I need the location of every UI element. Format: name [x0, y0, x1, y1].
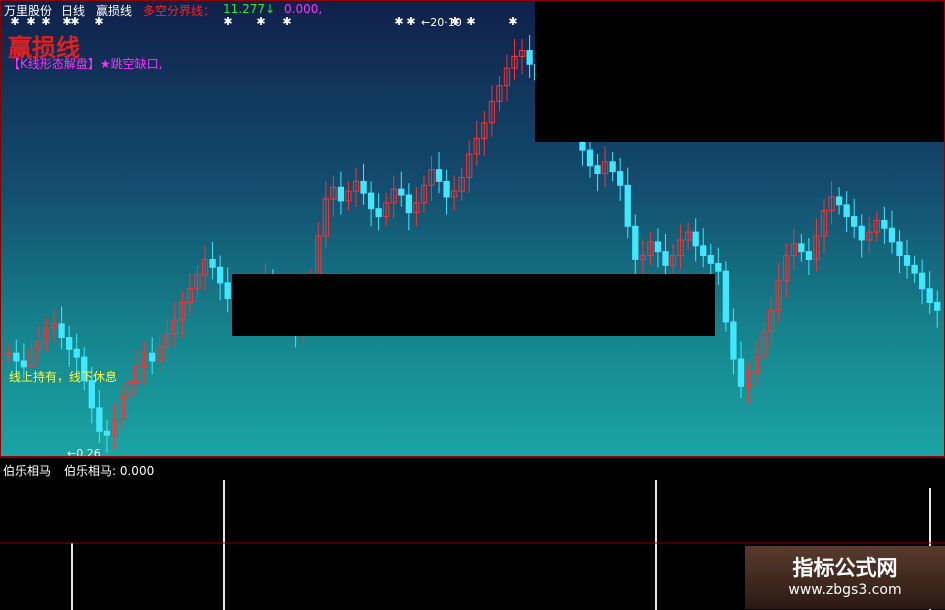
main-chart-panel[interactable]: ✱ ✱ ✱ ✱ ✱ ✱ ✱ ✱ ✱ ✱ ✱ ✱ ✱ ✱ 万里股份 日线 赢损线 多空分界线： 11.277… [0, 0, 945, 457]
black-redaction-box-middle [232, 274, 715, 336]
signal-star-6: ✱ [223, 15, 232, 28]
candle-body-95[interactable] [722, 270, 730, 323]
high-marker: ←20·10 [421, 16, 462, 29]
pattern-label: 【K线形态解盘】★跳空缺口, [8, 57, 163, 71]
candle-body-1[interactable] [13, 352, 20, 362]
candle-body-29[interactable] [224, 282, 231, 300]
signal-star-12: ✱ [466, 15, 475, 28]
candle-body-116[interactable] [881, 219, 888, 229]
candle-body-81[interactable] [617, 171, 624, 186]
second-value: 0.000, [284, 2, 323, 16]
candle-body-110[interactable] [835, 196, 843, 206]
indicator-name: 赢损线 [96, 4, 133, 18]
candle-body-96[interactable] [730, 321, 737, 360]
candle-body-2[interactable] [20, 360, 28, 368]
candle-body-69[interactable] [526, 50, 533, 65]
candle-body-111[interactable] [843, 204, 850, 218]
signal-star-9: ✱ [394, 15, 403, 28]
candle-body-9[interactable] [73, 348, 80, 358]
hold-note: 线上持有，线下休息 [9, 370, 118, 384]
signal-star-10: ✱ [406, 15, 415, 28]
candle-body-122[interactable] [926, 288, 933, 303]
watermark-logo: 指标公式网 www.zbgs3.com [745, 546, 945, 609]
candle-body-58[interactable] [443, 180, 450, 198]
candle-body-120[interactable] [911, 264, 918, 274]
stock-name: 万里股份 [4, 4, 53, 18]
candle-body-47[interactable] [360, 180, 367, 194]
watermark-title: 指标公式网 [792, 556, 898, 580]
signal-star-7: ✱ [256, 15, 265, 28]
black-redaction-box-top [535, 1, 944, 142]
candle-body-27[interactable] [209, 258, 216, 268]
candle-body-7[interactable] [58, 323, 65, 339]
candle-body-77[interactable] [586, 149, 594, 167]
candle-body-93[interactable] [707, 255, 714, 264]
candle-body-112[interactable] [851, 216, 858, 227]
candle-body-97[interactable] [737, 358, 745, 387]
candle-body-91[interactable] [692, 231, 699, 247]
low-marker: ←0.26 [67, 447, 101, 457]
candle-body-94[interactable] [715, 262, 722, 272]
candle-body-13[interactable] [103, 430, 111, 436]
candle-body-19[interactable] [149, 352, 156, 362]
candle-body-87[interactable] [662, 251, 669, 266]
candle-body-117[interactable] [888, 227, 896, 243]
signal-star-8: ✱ [282, 15, 291, 28]
candle-body-113[interactable] [858, 225, 865, 241]
boundary-label: 多空分界线： [143, 4, 216, 18]
candle-body-48[interactable] [367, 192, 375, 210]
candle-body-53[interactable] [405, 194, 412, 214]
candle-body-78[interactable] [594, 165, 601, 175]
candle-body-123[interactable] [934, 301, 941, 311]
candle-body-80[interactable] [609, 161, 616, 173]
signal-star-13: ✱ [508, 15, 517, 28]
boundary-value: 11.277↓ [223, 2, 276, 16]
candle-body-57[interactable] [435, 169, 443, 182]
candle-body-44[interactable] [337, 186, 345, 202]
candle-body-8[interactable] [66, 337, 73, 350]
watermark-url: www.zbgs3.com [788, 582, 902, 598]
candle-body-52[interactable] [398, 188, 405, 196]
candle-body-83[interactable] [632, 225, 639, 260]
candle-body-86[interactable] [654, 241, 662, 253]
candle-body-119[interactable] [903, 255, 911, 266]
candle-body-121[interactable] [918, 272, 926, 290]
candle-body-0[interactable] [5, 352, 12, 355]
candle-body-49[interactable] [375, 208, 382, 218]
candle-body-105[interactable] [798, 243, 805, 253]
period-label: 日线 [61, 4, 86, 18]
candle-body-106[interactable] [805, 251, 813, 260]
candle-body-82[interactable] [624, 184, 631, 227]
candle-body-28[interactable] [216, 266, 224, 284]
candle-body-92[interactable] [700, 245, 707, 257]
candle-body-12[interactable] [96, 407, 103, 432]
candle-body-118[interactable] [896, 241, 903, 257]
